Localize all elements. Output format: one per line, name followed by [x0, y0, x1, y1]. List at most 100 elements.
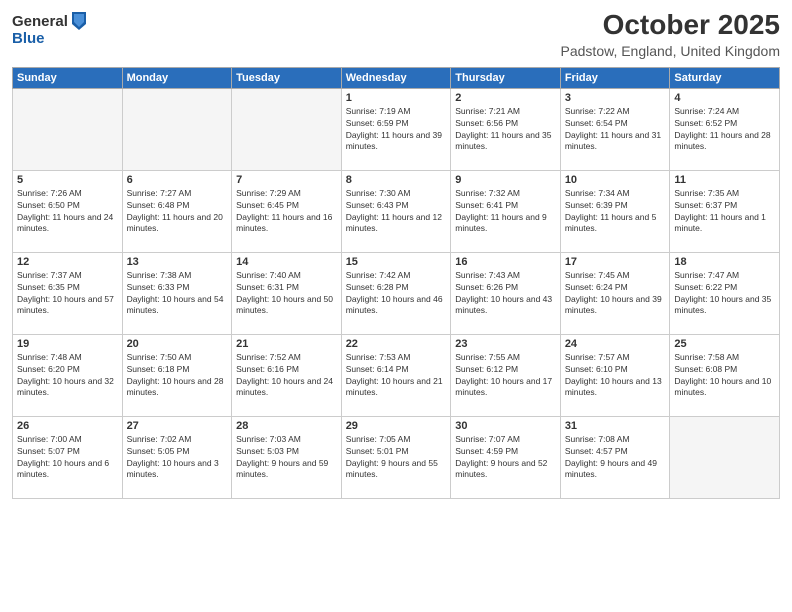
day-number: 9 — [455, 174, 556, 186]
weekday-header-row: SundayMondayTuesdayWednesdayThursdayFrid… — [13, 67, 780, 88]
day-info: Sunrise: 7:32 AMSunset: 6:41 PMDaylight:… — [455, 188, 556, 236]
day-number: 11 — [674, 174, 775, 186]
day-info: Sunrise: 7:48 AMSunset: 6:20 PMDaylight:… — [17, 352, 118, 400]
day-info: Sunrise: 7:55 AMSunset: 6:12 PMDaylight:… — [455, 352, 556, 400]
calendar-cell: 24 Sunrise: 7:57 AMSunset: 6:10 PMDayligh… — [560, 334, 670, 416]
day-info: Sunrise: 7:52 AMSunset: 6:16 PMDaylight:… — [236, 352, 337, 400]
day-info: Sunrise: 7:58 AMSunset: 6:08 PMDaylight:… — [674, 352, 775, 400]
day-info: Sunrise: 7:29 AMSunset: 6:45 PMDaylight:… — [236, 188, 337, 236]
day-number: 23 — [455, 338, 556, 350]
day-number: 17 — [565, 256, 666, 268]
day-number: 7 — [236, 174, 337, 186]
calendar-cell: 28 Sunrise: 7:03 AMSunset: 5:03 PMDayligh… — [232, 416, 342, 498]
day-number: 27 — [127, 420, 228, 432]
weekday-header-saturday: Saturday — [670, 67, 780, 88]
calendar-cell: 18 Sunrise: 7:47 AMSunset: 6:22 PMDayligh… — [670, 252, 780, 334]
weekday-header-monday: Monday — [122, 67, 232, 88]
header: General Blue October 2025 Padstow, Engla… — [12, 10, 780, 59]
day-info: Sunrise: 7:35 AMSunset: 6:37 PMDaylight:… — [674, 188, 775, 236]
day-info: Sunrise: 7:50 AMSunset: 6:18 PMDaylight:… — [127, 352, 228, 400]
calendar-cell: 26 Sunrise: 7:00 AMSunset: 5:07 PMDayligh… — [13, 416, 123, 498]
month-title: October 2025 — [561, 10, 780, 41]
calendar-cell: 25 Sunrise: 7:58 AMSunset: 6:08 PMDayligh… — [670, 334, 780, 416]
day-info: Sunrise: 7:37 AMSunset: 6:35 PMDaylight:… — [17, 270, 118, 318]
day-number: 22 — [346, 338, 447, 350]
day-number: 24 — [565, 338, 666, 350]
day-info: Sunrise: 7:03 AMSunset: 5:03 PMDaylight:… — [236, 434, 337, 482]
week-row-3: 12Sunrise: 7:37 AMSunset: 6:35 PMDayligh… — [13, 252, 780, 334]
day-number: 14 — [236, 256, 337, 268]
calendar-cell: 30 Sunrise: 7:07 AMSunset: 4:59 PMDayligh… — [451, 416, 561, 498]
calendar-cell: 21Sunrise: 7:52 AMSunset: 6:16 PMDayligh… — [232, 334, 342, 416]
day-number: 26 — [17, 420, 118, 432]
day-info: Sunrise: 7:43 AMSunset: 6:26 PMDaylight:… — [455, 270, 556, 318]
day-info: Sunrise: 7:57 AMSunset: 6:10 PMDaylight:… — [565, 352, 666, 400]
title-block: October 2025 Padstow, England, United Ki… — [561, 10, 780, 59]
day-number: 29 — [346, 420, 447, 432]
day-number: 6 — [127, 174, 228, 186]
day-info: Sunrise: 7:45 AMSunset: 6:24 PMDaylight:… — [565, 270, 666, 318]
weekday-header-wednesday: Wednesday — [341, 67, 451, 88]
calendar-cell: 17 Sunrise: 7:45 AMSunset: 6:24 PMDayligh… — [560, 252, 670, 334]
week-row-4: 19 Sunrise: 7:48 AMSunset: 6:20 PMDayligh… — [13, 334, 780, 416]
calendar-cell — [122, 88, 232, 170]
day-info: Sunrise: 7:26 AMSunset: 6:50 PMDaylight:… — [17, 188, 118, 236]
logo: General Blue — [12, 10, 88, 47]
weekday-header-sunday: Sunday — [13, 67, 123, 88]
calendar-cell: 16 Sunrise: 7:43 AMSunset: 6:26 PMDayligh… — [451, 252, 561, 334]
weekday-header-friday: Friday — [560, 67, 670, 88]
day-number: 16 — [455, 256, 556, 268]
day-info: Sunrise: 7:53 AMSunset: 6:14 PMDaylight:… — [346, 352, 447, 400]
day-info: Sunrise: 7:34 AMSunset: 6:39 PMDaylight:… — [565, 188, 666, 236]
week-row-2: 5 Sunrise: 7:26 AMSunset: 6:50 PMDaylight… — [13, 170, 780, 252]
day-info: Sunrise: 7:42 AMSunset: 6:28 PMDaylight:… — [346, 270, 447, 318]
calendar-cell: 8Sunrise: 7:30 AMSunset: 6:43 PMDaylight… — [341, 170, 451, 252]
logo-icon — [70, 10, 88, 32]
day-number: 28 — [236, 420, 337, 432]
weekday-header-tuesday: Tuesday — [232, 67, 342, 88]
day-number: 30 — [455, 420, 556, 432]
day-number: 20 — [127, 338, 228, 350]
calendar-cell: 12Sunrise: 7:37 AMSunset: 6:35 PMDayligh… — [13, 252, 123, 334]
day-info: Sunrise: 7:22 AMSunset: 6:54 PMDaylight:… — [565, 106, 666, 154]
day-info: Sunrise: 7:07 AMSunset: 4:59 PMDaylight:… — [455, 434, 556, 482]
calendar-cell: 4Sunrise: 7:24 AMSunset: 6:52 PMDaylight… — [670, 88, 780, 170]
logo-general: General — [12, 13, 68, 30]
calendar-cell: 31 Sunrise: 7:08 AMSunset: 4:57 PMDayligh… — [560, 416, 670, 498]
calendar-cell: 11 Sunrise: 7:35 AMSunset: 6:37 PMDayligh… — [670, 170, 780, 252]
day-info: Sunrise: 7:24 AMSunset: 6:52 PMDaylight:… — [674, 106, 775, 154]
day-number: 2 — [455, 92, 556, 104]
calendar-cell: 9 Sunrise: 7:32 AMSunset: 6:41 PMDaylight… — [451, 170, 561, 252]
calendar-cell: 7 Sunrise: 7:29 AMSunset: 6:45 PMDaylight… — [232, 170, 342, 252]
day-info: Sunrise: 7:38 AMSunset: 6:33 PMDaylight:… — [127, 270, 228, 318]
day-number: 1 — [346, 92, 447, 104]
day-info: Sunrise: 7:21 AMSunset: 6:56 PMDaylight:… — [455, 106, 556, 154]
day-number: 3 — [565, 92, 666, 104]
day-number: 31 — [565, 420, 666, 432]
calendar-cell: 27 Sunrise: 7:02 AMSunset: 5:05 PMDayligh… — [122, 416, 232, 498]
weekday-header-thursday: Thursday — [451, 67, 561, 88]
calendar-cell — [670, 416, 780, 498]
calendar-cell: 19 Sunrise: 7:48 AMSunset: 6:20 PMDayligh… — [13, 334, 123, 416]
week-row-1: 1Sunrise: 7:19 AMSunset: 6:59 PMDaylight… — [13, 88, 780, 170]
day-number: 19 — [17, 338, 118, 350]
day-number: 10 — [565, 174, 666, 186]
calendar-cell: 13 Sunrise: 7:38 AMSunset: 6:33 PMDayligh… — [122, 252, 232, 334]
day-number: 5 — [17, 174, 118, 186]
location-title: Padstow, England, United Kingdom — [561, 43, 780, 59]
calendar-cell: 14Sunrise: 7:40 AMSunset: 6:31 PMDayligh… — [232, 252, 342, 334]
day-info: Sunrise: 7:05 AMSunset: 5:01 PMDaylight:… — [346, 434, 447, 482]
calendar-cell: 20 Sunrise: 7:50 AMSunset: 6:18 PMDayligh… — [122, 334, 232, 416]
calendar-cell: 23 Sunrise: 7:55 AMSunset: 6:12 PMDayligh… — [451, 334, 561, 416]
calendar-cell: 6Sunrise: 7:27 AMSunset: 6:48 PMDaylight… — [122, 170, 232, 252]
calendar-cell — [13, 88, 123, 170]
calendar-cell: 29 Sunrise: 7:05 AMSunset: 5:01 PMDayligh… — [341, 416, 451, 498]
day-info: Sunrise: 7:08 AMSunset: 4:57 PMDaylight:… — [565, 434, 666, 482]
day-number: 13 — [127, 256, 228, 268]
calendar-cell: 2 Sunrise: 7:21 AMSunset: 6:56 PMDaylight… — [451, 88, 561, 170]
day-number: 18 — [674, 256, 775, 268]
day-number: 25 — [674, 338, 775, 350]
day-info: Sunrise: 7:47 AMSunset: 6:22 PMDaylight:… — [674, 270, 775, 318]
day-info: Sunrise: 7:02 AMSunset: 5:05 PMDaylight:… — [127, 434, 228, 482]
day-info: Sunrise: 7:00 AMSunset: 5:07 PMDaylight:… — [17, 434, 118, 482]
